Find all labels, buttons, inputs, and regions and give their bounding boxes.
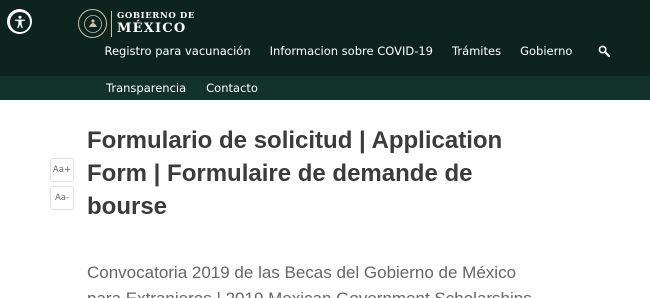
nav-vacunacion[interactable]: Registro para vacunación: [95, 44, 260, 58]
secondary-nav: Transparencia Contacto: [96, 76, 268, 100]
logo-line2: MÉXICO: [117, 21, 187, 37]
lead-text: Convocatoria 2019 de las Becas del Gobie…: [87, 260, 627, 298]
logo-line1: GOBIERNO DE: [117, 10, 195, 21]
page-title-line: Formulario de solicitud | Application: [87, 127, 503, 154]
search-icon[interactable]: [582, 45, 616, 57]
logo-divider: [111, 10, 112, 37]
main-nav: Registro para vacunación Informacion sob…: [95, 44, 616, 58]
nav-transparencia[interactable]: Transparencia: [96, 81, 196, 95]
page-title-line: bourse: [87, 193, 168, 220]
lead-text-line: Convocatoria 2019 de las Becas del Gobie…: [87, 263, 517, 282]
seal-icon: [78, 9, 107, 38]
accessibility-button[interactable]: [7, 9, 32, 34]
nav-contacto[interactable]: Contacto: [196, 81, 268, 95]
nav-gobierno[interactable]: Gobierno: [511, 44, 582, 58]
lead-text-line: para Extranjeros | 2019 Mexican Governme…: [87, 286, 627, 298]
page-title: Formulario de solicitud | Application Fo…: [87, 124, 557, 223]
nav-tramites[interactable]: Trámites: [443, 44, 511, 58]
font-increase-button[interactable]: Aa+: [50, 158, 74, 182]
accessibility-icon: [9, 11, 30, 32]
page-title-line: Form | Formulaire de demande de: [87, 160, 473, 187]
gobierno-logo[interactable]: GOBIERNO DE MÉXICO: [78, 9, 195, 38]
font-decrease-button[interactable]: Aa-: [50, 186, 74, 210]
nav-covid[interactable]: Informacion sobre COVID-19: [260, 44, 442, 58]
